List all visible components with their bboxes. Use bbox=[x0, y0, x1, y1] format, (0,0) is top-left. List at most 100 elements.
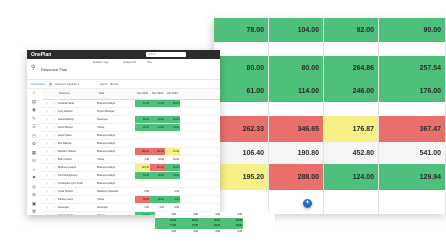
value-cell bbox=[150, 188, 165, 195]
nav-icon[interactable]: ☰ bbox=[27, 123, 41, 132]
table-row[interactable]: ▢ ☆ Business Analyst Business Analyst 123.40… bbox=[43, 164, 220, 172]
background-cell bbox=[269, 190, 324, 214]
table-row[interactable]: ▢ ☆ Ben Rathore Business Analyst bbox=[43, 140, 220, 148]
background-row bbox=[214, 42, 446, 56]
row-checkbox[interactable]: ▢ bbox=[43, 140, 51, 147]
nav-icon[interactable]: ▤ bbox=[27, 98, 41, 107]
table-row[interactable]: ▢ ☆ Cloud Shelton Marketing Specialist 8.00 2… bbox=[43, 188, 220, 196]
resource-name[interactable]: Amanda Hanks bbox=[57, 100, 97, 107]
table-row[interactable]: ▢ ☆ Amanda Hanks Business Analyst 57.00 57.00… bbox=[43, 100, 220, 108]
row-checkbox[interactable]: ▢ bbox=[43, 108, 51, 115]
background-cell: 176.00 bbox=[379, 80, 446, 102]
col-role[interactable]: Role bbox=[97, 89, 127, 99]
nav-icon[interactable]: ⌘ bbox=[27, 208, 41, 215]
nav-icon[interactable]: ✎ bbox=[27, 115, 41, 124]
row-checkbox[interactable]: ▢ bbox=[43, 164, 51, 171]
nav-icon[interactable]: ✉ bbox=[27, 157, 41, 166]
filter-icon[interactable]: ⧩ bbox=[49, 82, 53, 87]
nav-icon[interactable]: ⚑ bbox=[27, 174, 41, 183]
nav-icon[interactable]: ⌂ bbox=[27, 89, 41, 98]
row-checkbox[interactable]: ▢ bbox=[43, 180, 51, 187]
row-checkbox[interactable]: ▢ bbox=[43, 204, 51, 211]
resource-name[interactable]: Ben Rathore bbox=[57, 140, 97, 147]
resource-name[interactable]: Arthur Barnes bbox=[57, 124, 97, 131]
resource-name[interactable]: Developer bbox=[57, 204, 97, 211]
table-row[interactable]: ▢ ☆ Austin Spare Business Analyst bbox=[43, 132, 220, 140]
col-nov[interactable]: Nov 2023 bbox=[135, 89, 150, 99]
row-checkbox[interactable]: ▢ bbox=[43, 116, 51, 123]
col-jan[interactable]: Jan 2024 bbox=[165, 89, 180, 99]
nav-icon[interactable]: ☆ bbox=[27, 166, 41, 175]
row-checkbox[interactable]: ▢ bbox=[43, 156, 51, 163]
background-row: 195.20 288.00 124.00 129.94 bbox=[214, 164, 446, 190]
value-cell: 81.00 bbox=[150, 116, 165, 123]
resource-role: Developer bbox=[97, 206, 108, 209]
col-resource[interactable]: Resource bbox=[57, 89, 97, 99]
background-cell: 541.00 bbox=[379, 142, 446, 164]
resource-role: Project Manager bbox=[97, 110, 115, 113]
resource-name[interactable]: Christopher Lynn Smith bbox=[57, 180, 97, 187]
resource-name[interactable]: Business Analyst bbox=[57, 164, 97, 171]
table-row[interactable]: ▢ ☆ Andrea Bishop Developer 82.00 81.00 81.00 bbox=[43, 116, 220, 124]
resource-name[interactable]: Austin Spare bbox=[57, 132, 97, 139]
resource-name[interactable]: Andy Richard bbox=[57, 108, 97, 115]
resource-name[interactable]: Edward Hughes bbox=[57, 212, 97, 215]
table-row[interactable]: ▢ ☆ Arthur Barnes Trainer 20.00 31.00 31.00 bbox=[43, 124, 220, 132]
background-cell: 452.80 bbox=[324, 142, 379, 164]
nav-icon[interactable]: ◷ bbox=[27, 132, 41, 141]
background-cell bbox=[214, 190, 269, 214]
value-cell: 8.00 bbox=[144, 190, 149, 193]
nav-icon[interactable]: ⚙ bbox=[27, 140, 41, 149]
row-checkbox[interactable]: ▢ bbox=[43, 212, 51, 215]
resource-name[interactable]: Chris Montgomery bbox=[57, 172, 97, 179]
resource-name[interactable]: Cloud Shelton bbox=[57, 188, 97, 195]
capacity-dropdown[interactable]: Resource Capacity ▾ bbox=[55, 83, 79, 86]
resource-name[interactable]: Andrea Bishop bbox=[57, 116, 97, 123]
row-checkbox[interactable]: ▢ bbox=[43, 100, 51, 107]
table-row[interactable]: ▢ ☆ Christopher Lynn Smith Business Analyst bbox=[43, 180, 220, 188]
background-cell: 262.33 bbox=[214, 116, 269, 142]
col-dec[interactable]: Dec 2023 bbox=[150, 89, 165, 99]
value-cell: 57.00 bbox=[150, 100, 165, 107]
row-checkbox[interactable]: ▢ bbox=[43, 172, 51, 179]
table-row[interactable]: ▢ ☆ Brian Camps Trainer 1.40 30.00 36.00 bbox=[43, 156, 220, 164]
analysis-unit-field[interactable]: Analysis Unit bbox=[123, 62, 136, 64]
background-cell: 246.00 bbox=[324, 80, 379, 102]
time-field[interactable]: Time bbox=[147, 62, 152, 64]
background-cell: 176.87 bbox=[324, 116, 379, 142]
row-checkbox[interactable]: ▢ bbox=[43, 196, 51, 203]
background-row bbox=[214, 102, 446, 116]
resource-name[interactable]: Darlene Avary bbox=[57, 196, 97, 203]
resource-type-field[interactable]: Resource Type bbox=[93, 62, 108, 64]
nav-icon[interactable]: ⊕ bbox=[27, 191, 41, 200]
background-cell bbox=[379, 102, 446, 116]
resource-name[interactable]: Brian Camps bbox=[57, 156, 97, 163]
help-button[interactable]: ✦ bbox=[303, 199, 312, 208]
resource-role: Business Analyst bbox=[97, 150, 116, 153]
value-cell bbox=[165, 140, 180, 147]
row-checkbox[interactable]: ▢ bbox=[43, 124, 51, 131]
nav-icon[interactable]: ◎ bbox=[27, 183, 41, 192]
value-cell: 30.00 bbox=[158, 158, 164, 161]
left-nav: ⌂▤◉✎☰◷⚙▦✉☆⚑◎⊕▣⌘☷ bbox=[27, 89, 41, 215]
search-input[interactable]: Search bbox=[146, 52, 186, 57]
committed-dropdown[interactable]: Committed ▾ bbox=[31, 83, 46, 86]
table-header: Resource Role Nov 2023 Dec 2023 Jan 2024 bbox=[43, 89, 220, 100]
table-row[interactable]: ▢ ☆ Andy Richard Project Manager bbox=[43, 108, 220, 116]
nav-icon[interactable]: ▦ bbox=[27, 149, 41, 158]
table-row[interactable]: ▢ ☆ Developer Developer 4.00 4.00 4.00 bbox=[43, 204, 220, 212]
row-checkbox[interactable]: ▢ bbox=[43, 132, 51, 139]
table-row[interactable]: ▢ ☆ Darlene Avary Trainer 95.00 99.00 1.00 bbox=[43, 196, 220, 204]
table-row[interactable]: ▢ ☆ Chris Montgomery Business Analyst 66.00 6… bbox=[43, 172, 220, 180]
nav-icon[interactable]: ▣ bbox=[27, 200, 41, 209]
hours-toggle[interactable]: Hours bbox=[100, 83, 107, 86]
row-checkbox[interactable]: ▢ bbox=[43, 148, 51, 155]
row-checkbox[interactable]: ▢ bbox=[43, 188, 51, 195]
table-row[interactable]: ▢ ☆ Brandon Hudson Business Analyst 150.00 16… bbox=[43, 148, 220, 156]
months-toggle[interactable]: Months bbox=[110, 83, 119, 86]
resource-name[interactable]: Brandon Hudson bbox=[57, 148, 97, 155]
nav-icon[interactable]: ◉ bbox=[27, 106, 41, 115]
